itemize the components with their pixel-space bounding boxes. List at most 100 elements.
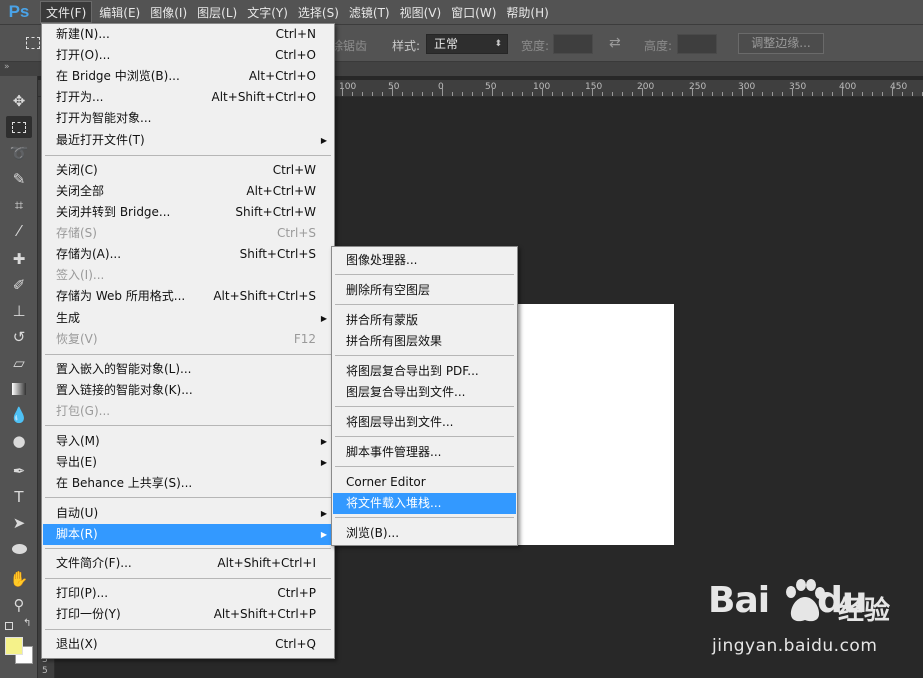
height-field[interactable] — [677, 34, 717, 54]
ellipse-tool-icon[interactable] — [6, 538, 32, 560]
width-field[interactable] — [553, 34, 593, 54]
menu-item-open-as[interactable]: 打开为... Alt+Shift+Ctrl+O — [43, 87, 333, 108]
menu-image[interactable]: 图像(I) — [145, 1, 192, 23]
dodge-tool-icon[interactable]: ● — [6, 430, 32, 452]
menu-item-shortcut: Ctrl+N — [275, 27, 316, 41]
menu-window[interactable]: 窗口(W) — [446, 1, 501, 23]
menu-item-scripts[interactable]: 脚本(R) ▶ — [43, 524, 333, 545]
swap-colors-icon[interactable]: ↰ — [23, 618, 31, 629]
path-select-tool-icon[interactable]: ➤ — [6, 512, 32, 534]
menu-item-revert[interactable]: 恢复(V) F12 — [43, 329, 333, 350]
ruler-tick — [632, 92, 633, 96]
menu-item-shortcut: Shift+Ctrl+S — [239, 247, 316, 261]
ruler-tick — [902, 92, 903, 96]
menu-edit[interactable]: 编辑(E) — [94, 1, 145, 23]
menu-item-close-all[interactable]: 关闭全部 Alt+Ctrl+W — [43, 181, 333, 202]
eyedropper-tool-icon[interactable]: ⁄ — [6, 220, 32, 242]
menu-item-open-smart-object[interactable]: 打开为智能对象... — [43, 108, 333, 129]
menu-item-check-in[interactable]: 签入(I)... — [43, 265, 333, 286]
type-tool-icon[interactable]: T — [6, 486, 32, 508]
menu-item-close[interactable]: 关闭(C) Ctrl+W — [43, 160, 333, 181]
healing-brush-tool-icon[interactable]: ✚ — [6, 248, 32, 270]
menu-item-package[interactable]: 打包(G)... — [43, 401, 333, 422]
submenu-item-corner-editor[interactable]: Corner Editor — [333, 472, 516, 493]
move-tool-icon[interactable]: ✥ — [6, 90, 32, 112]
ruler-tick — [822, 92, 823, 96]
menu-separator — [45, 497, 331, 498]
ruler-tick — [582, 92, 583, 96]
swap-width-height-icon[interactable]: ⇄ — [609, 35, 621, 51]
menu-item-file-info[interactable]: 文件简介(F)... Alt+Shift+Ctrl+I — [43, 553, 333, 574]
menu-bar: Ps 文件(F) 编辑(E) 图像(I) 图层(L) 文字(Y) 选择(S) 滤… — [0, 0, 923, 25]
submenu-item-image-processor[interactable]: 图像处理器... — [333, 250, 516, 271]
menu-item-place-embedded[interactable]: 置入嵌入的智能对象(L)... — [43, 359, 333, 380]
ruler-tick — [602, 92, 603, 96]
menu-item-new[interactable]: 新建(N)... Ctrl+N — [43, 24, 333, 45]
menu-item-close-go-bridge[interactable]: 关闭并转到 Bridge... Shift+Ctrl+W — [43, 202, 333, 223]
menu-file[interactable]: 文件(F) — [40, 1, 93, 23]
submenu-item-delete-empty-layers[interactable]: 删除所有空图层 — [333, 280, 516, 301]
baidu-paw-icon — [786, 579, 825, 622]
ruler-tick — [792, 88, 793, 96]
eraser-tool-icon[interactable]: ▱ — [6, 352, 32, 374]
menu-separator — [335, 355, 514, 356]
menu-filter[interactable]: 滤镜(T) — [344, 1, 395, 23]
menu-item-generate[interactable]: 生成 ▶ — [43, 308, 333, 329]
style-select[interactable]: 正常 ⬍ — [426, 34, 508, 54]
ruler-tick — [472, 92, 473, 96]
menu-item-exit[interactable]: 退出(X) Ctrl+Q — [43, 634, 333, 655]
menu-view[interactable]: 视图(V) — [395, 1, 447, 23]
history-brush-tool-icon[interactable]: ↺ — [6, 326, 32, 348]
menu-separator — [45, 425, 331, 426]
submenu-item-layers-to-files[interactable]: 将图层导出到文件... — [333, 412, 516, 433]
ruler-tick — [752, 92, 753, 96]
submenu-item-flatten-effects[interactable]: 拼合所有图层效果 — [333, 331, 516, 352]
brush-tool-icon[interactable]: ✐ — [6, 274, 32, 296]
menu-item-save-as[interactable]: 存储为(A)... Shift+Ctrl+S — [43, 244, 333, 265]
menu-layer[interactable]: 图层(L) — [192, 1, 242, 23]
menu-type[interactable]: 文字(Y) — [242, 1, 293, 23]
menu-select[interactable]: 选择(S) — [293, 1, 344, 23]
zoom-tool-icon[interactable]: ⚲ — [6, 594, 32, 616]
menu-item-label: 将文件载入堆栈... — [346, 496, 442, 510]
menu-item-browse-bridge[interactable]: 在 Bridge 中浏览(B)... Alt+Ctrl+O — [43, 66, 333, 87]
menu-item-open[interactable]: 打开(O)... Ctrl+O — [43, 45, 333, 66]
clone-stamp-tool-icon[interactable]: ⊥ — [6, 300, 32, 322]
ruler-tick — [362, 92, 363, 96]
adjust-edge-button[interactable]: 调整边缘... — [738, 33, 824, 54]
menu-item-recent-files[interactable]: 最近打开文件(T) ▶ — [43, 130, 333, 151]
watermark-jingyan: 经验 — [838, 596, 891, 626]
blur-tool-icon[interactable]: 💧 — [6, 404, 32, 426]
submenu-item-flatten-masks[interactable]: 拼合所有蒙版 — [333, 310, 516, 331]
marquee-tool-icon[interactable] — [6, 116, 32, 138]
lasso-tool-icon[interactable]: ➰ — [6, 142, 32, 164]
submenu-item-script-events-manager[interactable]: 脚本事件管理器... — [333, 442, 516, 463]
submenu-item-browse[interactable]: 浏览(B)... — [333, 523, 516, 544]
crop-tool-icon[interactable]: ⌗ — [6, 194, 32, 216]
foreground-color-swatch[interactable] — [5, 637, 23, 655]
quick-select-tool-icon[interactable]: ✎ — [6, 168, 32, 190]
menu-item-share-behance[interactable]: 在 Behance 上共享(S)... — [43, 473, 333, 494]
menu-item-save[interactable]: 存储(S) Ctrl+S — [43, 223, 333, 244]
menu-item-import[interactable]: 导入(M) ▶ — [43, 431, 333, 452]
menu-item-export[interactable]: 导出(E) ▶ — [43, 452, 333, 473]
menu-help[interactable]: 帮助(H) — [501, 1, 553, 23]
rectangular-marquee-icon[interactable] — [26, 37, 40, 49]
gradient-tool-icon[interactable] — [6, 378, 32, 400]
submenu-item-load-files-into-stack[interactable]: 将文件载入堆栈... — [333, 493, 516, 514]
ruler-tick — [342, 88, 343, 96]
menu-item-automate[interactable]: 自动(U) ▶ — [43, 503, 333, 524]
hand-tool-icon[interactable]: ✋ — [6, 568, 32, 590]
menu-item-print[interactable]: 打印(P)... Ctrl+P — [43, 583, 333, 604]
ruler-label: 300 — [738, 82, 756, 92]
submenu-item-comps-to-files[interactable]: 图层复合导出到文件... — [333, 382, 516, 403]
menu-item-save-for-web[interactable]: 存储为 Web 所用格式... Alt+Shift+Ctrl+S — [43, 286, 333, 307]
default-colors-icon[interactable] — [5, 622, 13, 630]
menu-item-place-linked[interactable]: 置入链接的智能对象(K)... — [43, 380, 333, 401]
submenu-item-comps-to-pdf[interactable]: 将图层复合导出到 PDF... — [333, 361, 516, 382]
collapse-chevron-icon[interactable]: » — [4, 62, 10, 72]
menu-item-print-one-copy[interactable]: 打印一份(Y) Alt+Shift+Ctrl+P — [43, 604, 333, 625]
ruler-label: 150 — [585, 82, 603, 92]
ruler-tick — [572, 92, 573, 96]
pen-tool-icon[interactable]: ✒ — [6, 460, 32, 482]
